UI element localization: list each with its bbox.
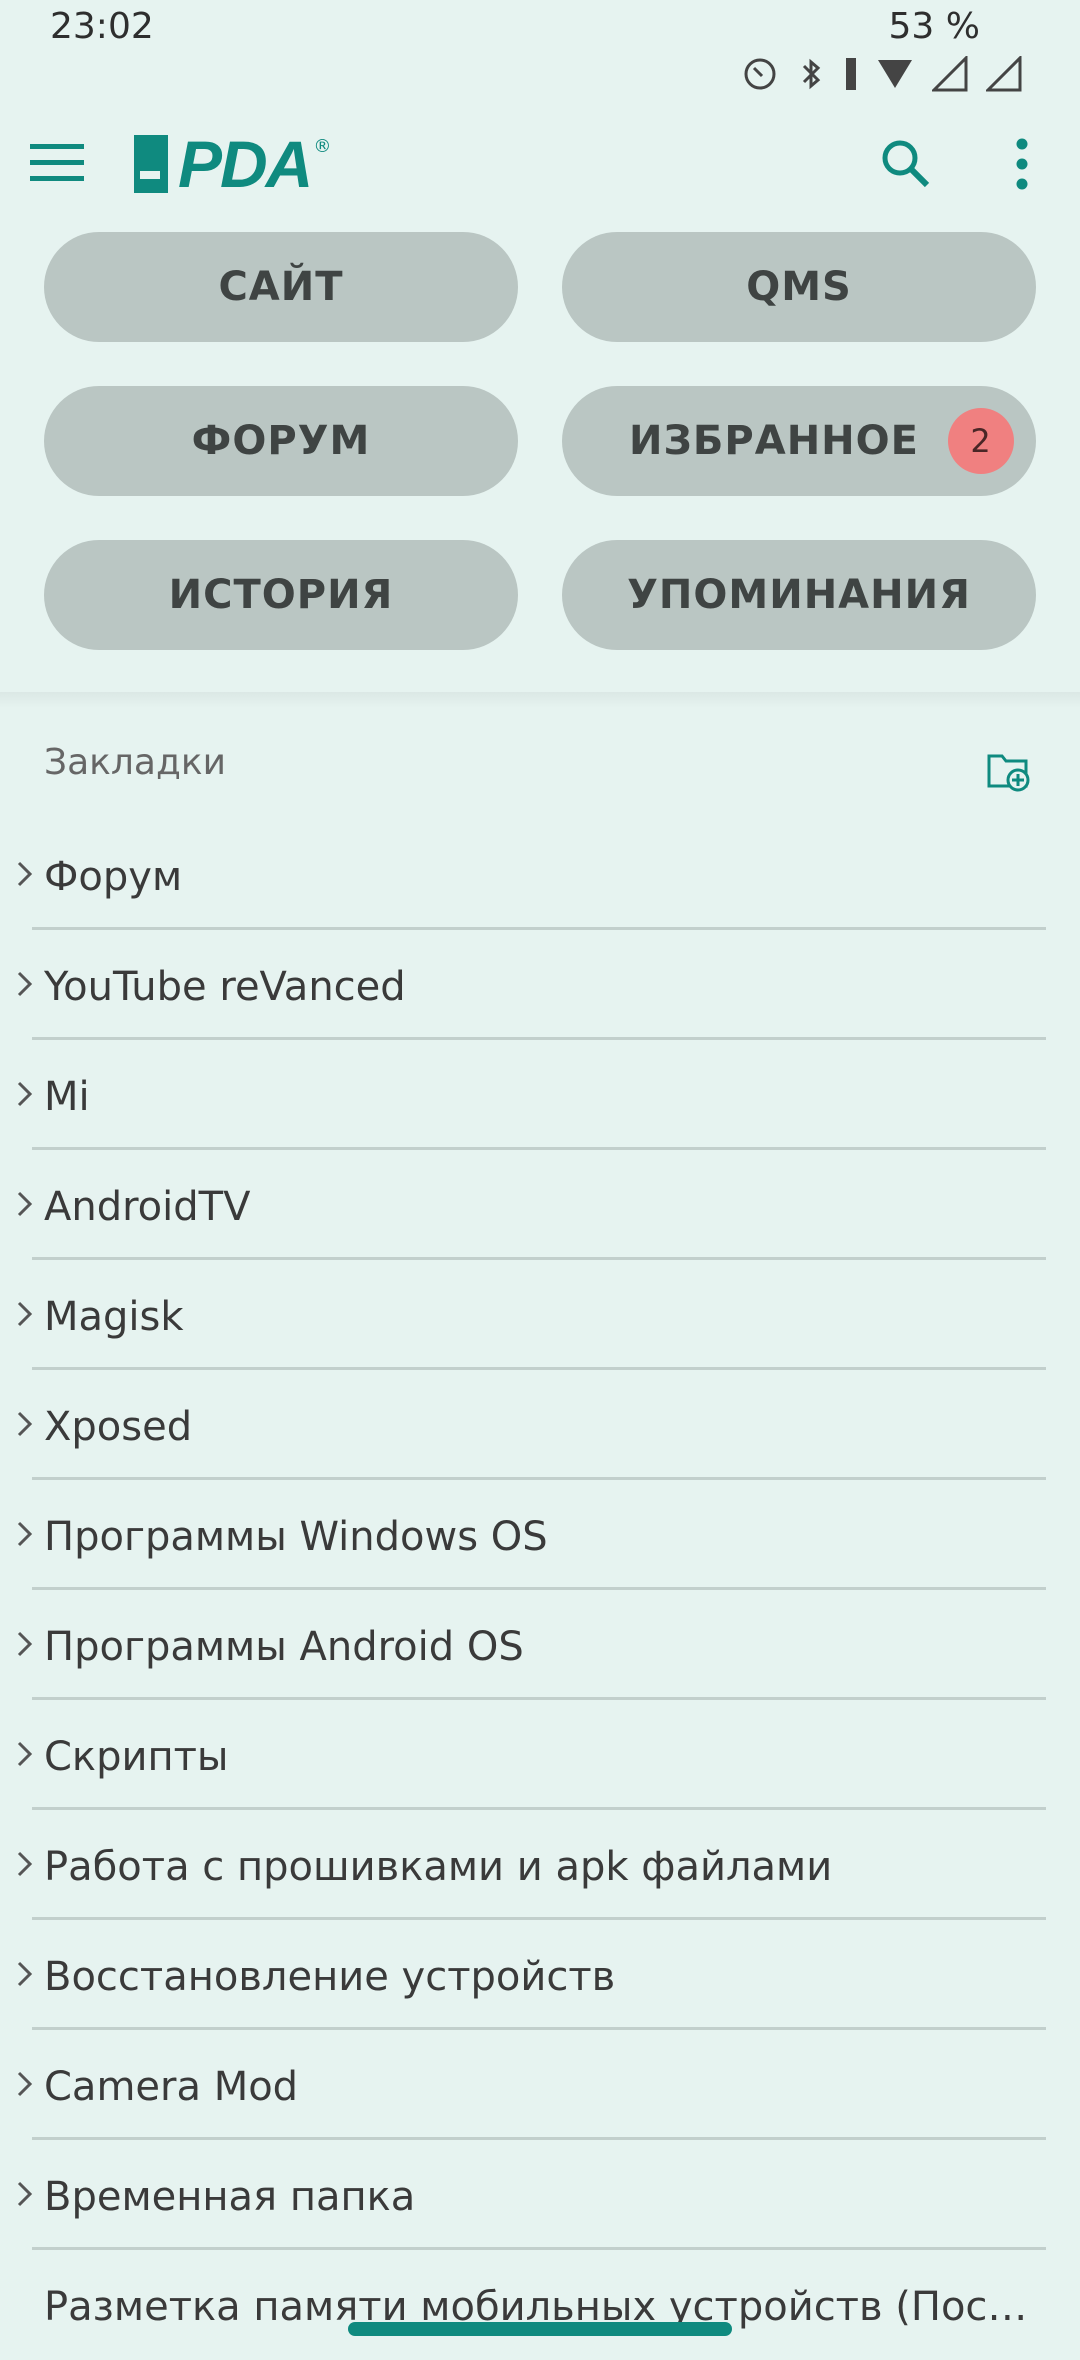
chevron-right-icon [16, 1740, 34, 1768]
history-button[interactable]: ИСТОРИЯ [44, 540, 518, 650]
site-button-label: САЙТ [218, 264, 344, 310]
chevron-right-icon [16, 970, 34, 998]
list-item[interactable]: Magisk [0, 1260, 1080, 1370]
status-icons [742, 56, 1022, 92]
logo-four-glyph [134, 135, 168, 193]
bookmarks-title: Закладки [44, 742, 226, 783]
forum-button-label: ФОРУМ [191, 418, 371, 464]
list-item-label: YouTube reVanced [44, 964, 406, 1010]
list-item-label: Mi [44, 1074, 90, 1120]
alarm-icon [742, 56, 778, 92]
list-item-label: Скрипты [44, 1734, 229, 1780]
favorites-button-label: ИЗБРАННОЕ [629, 418, 919, 464]
chevron-right-icon [16, 2180, 34, 2208]
list-item-label: Программы Windows OS [44, 1514, 548, 1560]
more-options-icon[interactable] [1006, 136, 1038, 192]
bluetooth-icon [796, 56, 826, 92]
list-item[interactable]: Разметка памяти мобильных устройств (Пос… [0, 2250, 1080, 2360]
list-item[interactable]: Программы Windows OS [0, 1480, 1080, 1590]
search-icon[interactable] [880, 138, 930, 188]
list-item[interactable]: AndroidTV [0, 1150, 1080, 1260]
site-button[interactable]: САЙТ [44, 232, 518, 342]
list-item-label: Временная папка [44, 2174, 416, 2220]
list-item[interactable]: YouTube reVanced [0, 930, 1080, 1040]
bookmarks-list: Форум YouTube reVanced Mi AndroidTV Magi… [0, 820, 1080, 2360]
history-button-label: ИСТОРИЯ [168, 572, 394, 618]
forum-button[interactable]: ФОРУМ [44, 386, 518, 496]
list-item[interactable]: Восстановление устройств [0, 1920, 1080, 2030]
signal-icon [932, 56, 968, 92]
list-item-label: Camera Mod [44, 2064, 299, 2110]
wifi-icon [876, 56, 914, 92]
list-item-label: Программы Android OS [44, 1624, 524, 1670]
app-logo: PDA ® [134, 124, 331, 204]
status-bar: 23:02 53 % [0, 0, 1080, 110]
favorites-button[interactable]: ИЗБРАННОЕ 2 [562, 386, 1036, 496]
chevron-right-icon [16, 1300, 34, 1328]
favorites-count-badge: 2 [948, 408, 1014, 474]
list-item-label: Восстановление устройств [44, 1954, 616, 2000]
list-item[interactable]: Скрипты [0, 1700, 1080, 1810]
registered-mark: ® [313, 136, 332, 157]
list-item[interactable]: Форум [0, 820, 1080, 930]
list-item[interactable]: Xposed [0, 1370, 1080, 1480]
list-item[interactable]: Mi [0, 1040, 1080, 1150]
chevron-right-icon [16, 1190, 34, 1218]
battery-percent: 53 % [888, 6, 980, 47]
app-bar: PDA ® [0, 118, 1080, 208]
list-item-label: Форум [44, 854, 183, 900]
chevron-right-icon [16, 1410, 34, 1438]
list-item[interactable]: Camera Mod [0, 2030, 1080, 2140]
signal-icon [986, 56, 1022, 92]
battery-icon [844, 56, 858, 92]
section-divider [0, 692, 1080, 708]
list-item-label: AndroidTV [44, 1184, 251, 1230]
status-time: 23:02 [50, 6, 154, 47]
chevron-right-icon [16, 1850, 34, 1878]
chevron-right-icon [16, 1960, 34, 1988]
home-indicator[interactable] [348, 2322, 732, 2336]
chevron-right-icon [16, 1080, 34, 1108]
chevron-right-icon [16, 2070, 34, 2098]
logo-text: PDA [178, 127, 313, 201]
list-item[interactable]: Программы Android OS [0, 1590, 1080, 1700]
list-item[interactable]: Временная папка [0, 2140, 1080, 2250]
qms-button-label: QMS [746, 264, 852, 310]
list-item-label: Magisk [44, 1294, 184, 1340]
mentions-button-label: УПОМИНАНИЯ [627, 572, 971, 618]
list-item-label: Xposed [44, 1404, 193, 1450]
mentions-button[interactable]: УПОМИНАНИЯ [562, 540, 1036, 650]
list-item-label: Работа с прошивками и apk файлами [44, 1844, 833, 1890]
chevron-right-icon [16, 1520, 34, 1548]
qms-button[interactable]: QMS [562, 232, 1036, 342]
chevron-right-icon [16, 1630, 34, 1658]
list-item[interactable]: Работа с прошивками и apk файлами [0, 1810, 1080, 1920]
add-folder-icon[interactable] [986, 748, 1032, 794]
chevron-right-icon [16, 860, 34, 888]
menu-icon[interactable] [30, 142, 84, 184]
